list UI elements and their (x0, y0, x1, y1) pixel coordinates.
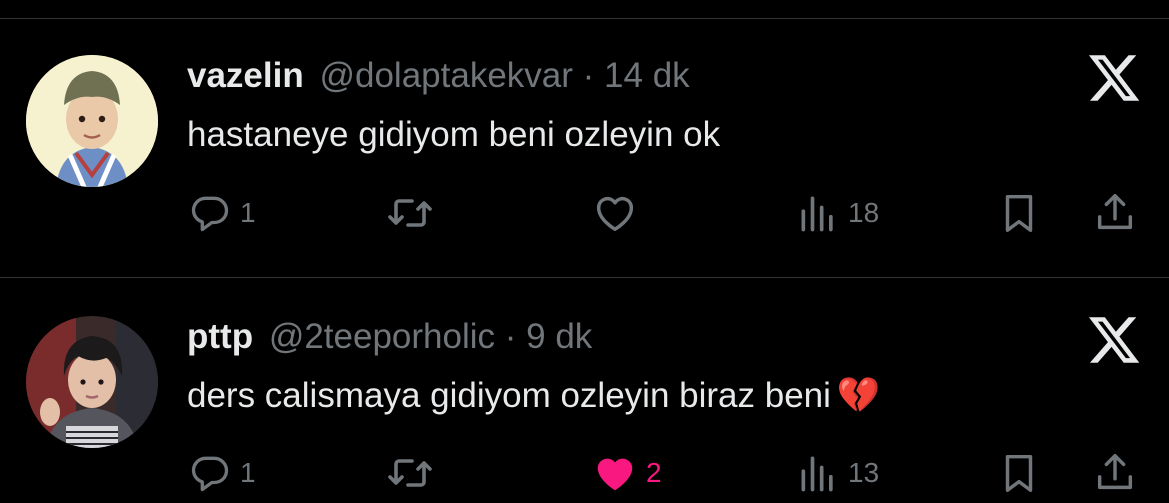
retweet-icon (388, 459, 432, 487)
top-divider (0, 18, 1169, 19)
views-chart-icon (801, 196, 833, 232)
view-count: 18 (848, 197, 880, 228)
broken-heart-emoji: 💔 (836, 376, 881, 415)
retweet-icon (388, 199, 432, 227)
bookmark-icon (1005, 454, 1033, 492)
share-icon (1097, 454, 1133, 490)
bookmark-button[interactable] (996, 448, 1042, 498)
tweet-text-content: hastaneye gidiyom beni ozleyin ok (187, 115, 721, 154)
reply-count: 1 (240, 457, 256, 488)
tweet-header: pttp @2teeporholic · 9 dk (187, 317, 592, 357)
tweet-header: vazelin @dolaptakekvar · 14 dk (187, 56, 690, 96)
share-icon (1097, 194, 1133, 230)
share-button[interactable] (1092, 448, 1138, 498)
like-count: 2 (646, 457, 662, 488)
timestamp[interactable]: 9 dk (526, 317, 592, 356)
x-logo-icon[interactable] (1086, 50, 1142, 106)
tweet-divider (0, 277, 1169, 278)
user-handle[interactable]: @dolaptakekvar (319, 56, 572, 95)
retweet-button[interactable] (386, 188, 442, 238)
bookmark-button[interactable] (996, 188, 1042, 238)
views-button[interactable]: 18 (796, 188, 879, 238)
display-name[interactable]: vazelin (187, 56, 304, 95)
tweet-text: ders calismaya gidiyom ozleyin biraz ben… (187, 375, 881, 417)
tweet-text-content: ders calismaya gidiyom ozleyin biraz ben… (187, 376, 831, 415)
avatar[interactable] (26, 316, 158, 448)
reply-count: 1 (240, 197, 256, 228)
share-button[interactable] (1092, 188, 1138, 238)
like-button[interactable] (592, 188, 646, 238)
retweet-button[interactable] (386, 448, 442, 498)
tweet-text: hastaneye gidiyom beni ozleyin ok (187, 114, 720, 156)
user-handle[interactable]: @2teeporholic (269, 317, 495, 356)
like-button[interactable]: 2 (592, 448, 662, 498)
heart-outline-icon (596, 196, 634, 232)
reply-icon (191, 456, 229, 492)
views-button[interactable]: 13 (796, 448, 879, 498)
reply-icon (191, 196, 229, 232)
avatar[interactable] (26, 55, 158, 187)
reply-button[interactable]: 1 (188, 448, 256, 498)
x-logo-icon[interactable] (1086, 312, 1142, 368)
views-chart-icon (801, 456, 833, 492)
reply-button[interactable]: 1 (188, 188, 256, 238)
tweet-actions: 1 18 (0, 188, 1169, 238)
separator-dot: · (504, 317, 517, 356)
heart-filled-icon (597, 458, 633, 491)
display-name[interactable]: pttp (187, 317, 253, 356)
separator-dot: · (582, 56, 595, 95)
timestamp[interactable]: 14 dk (604, 56, 690, 95)
view-count: 13 (848, 457, 880, 488)
tweet-actions: 1 2 13 (0, 448, 1169, 498)
bookmark-icon (1005, 194, 1033, 232)
